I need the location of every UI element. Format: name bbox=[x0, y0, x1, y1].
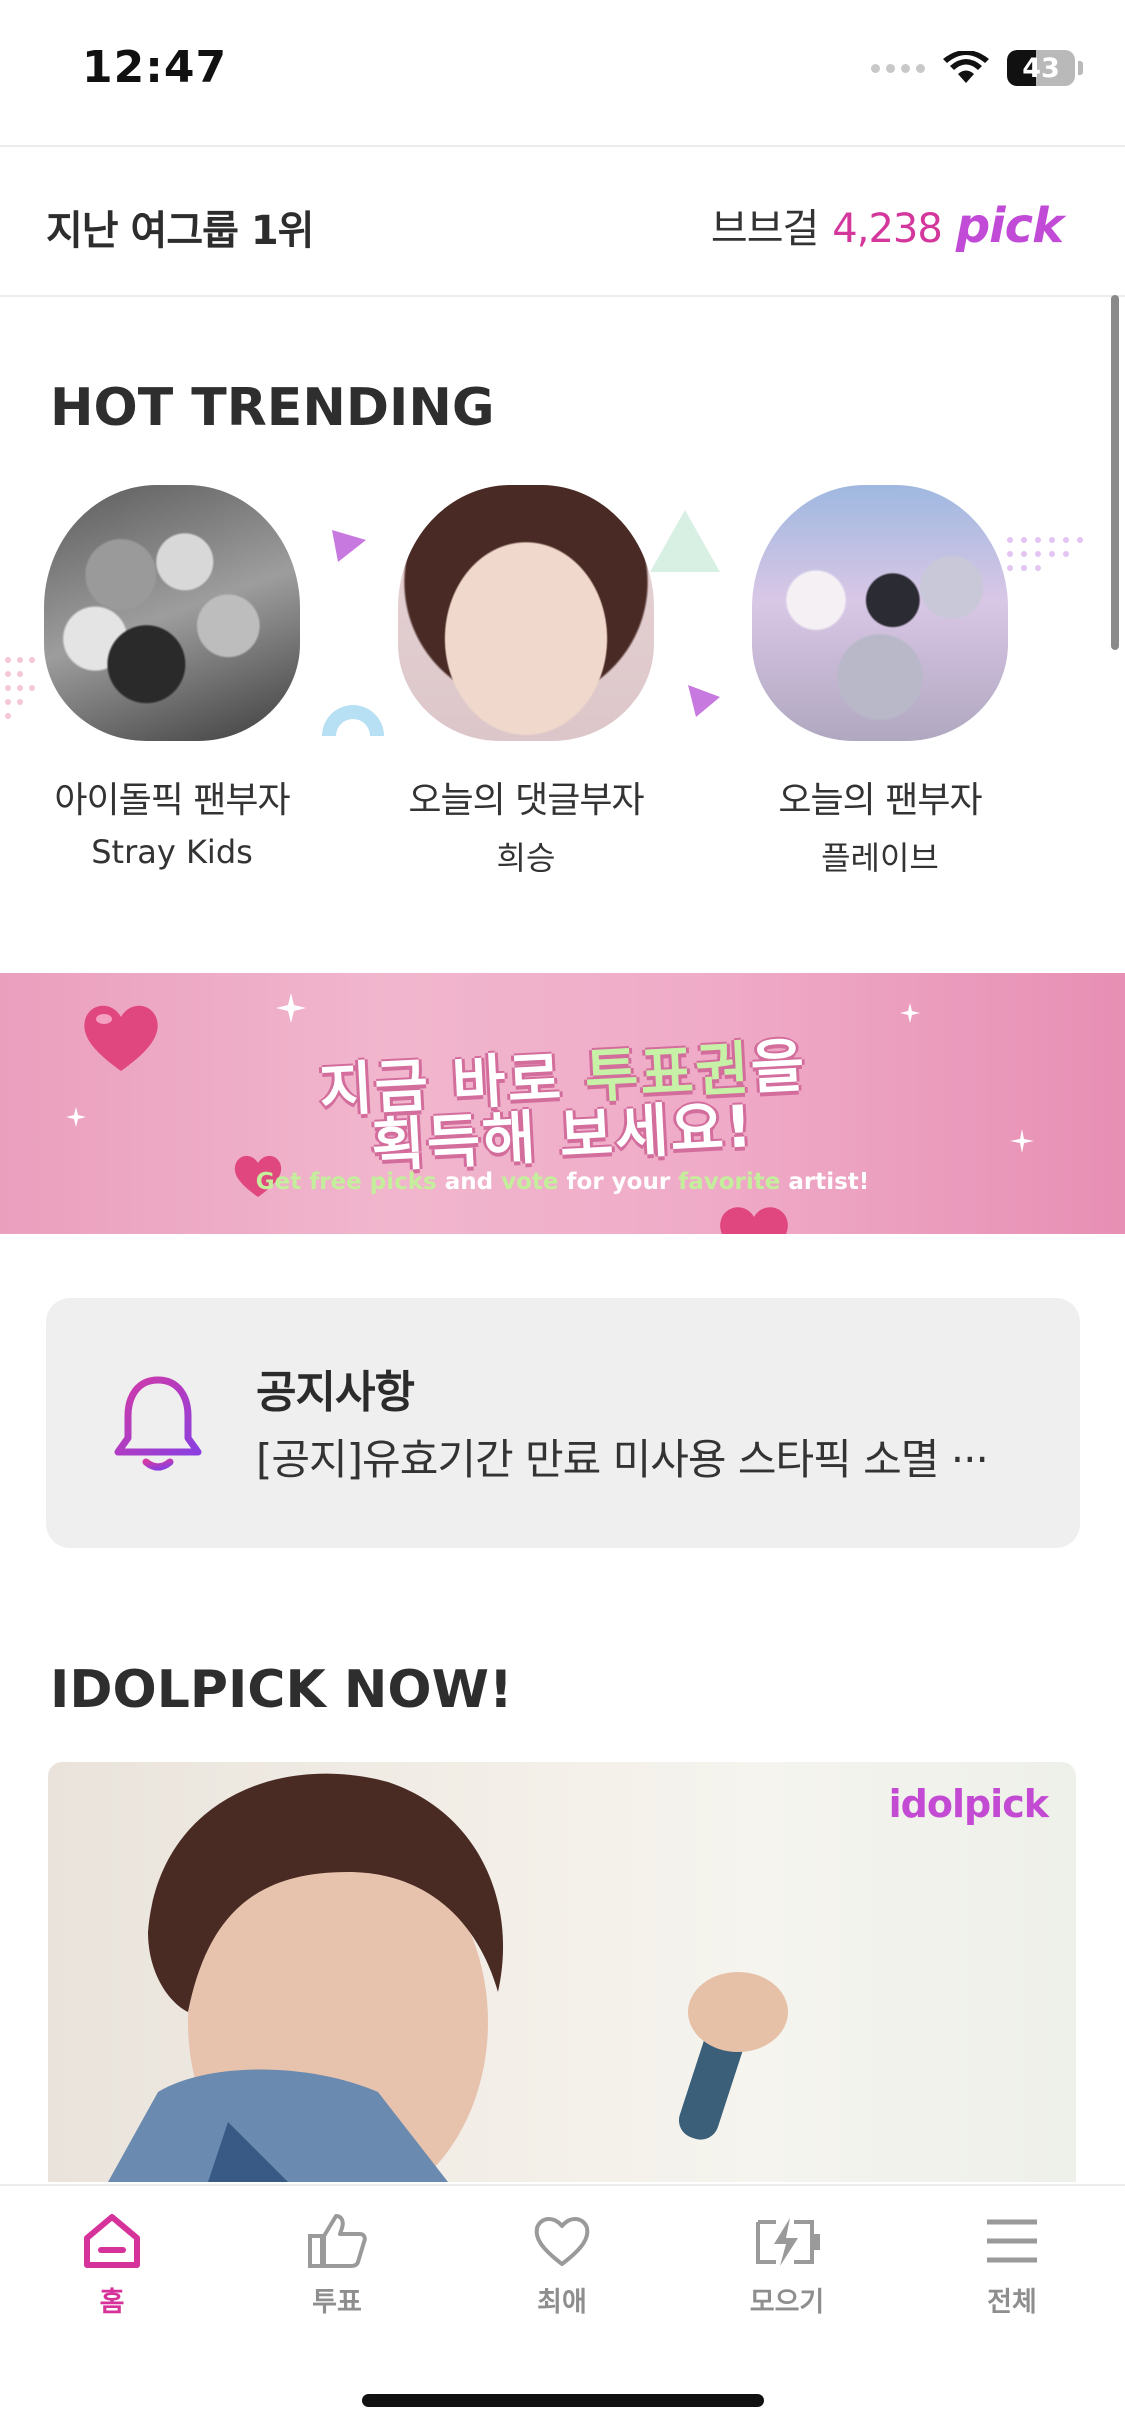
header-divider bbox=[0, 145, 1125, 147]
idolpick-now-card[interactable]: idolpick bbox=[48, 1762, 1076, 2182]
menu-icon bbox=[987, 2219, 1037, 2263]
triangle-decoration bbox=[688, 685, 720, 717]
status-time: 12:47 bbox=[82, 42, 228, 93]
triangle-decoration bbox=[332, 530, 366, 562]
thumbs-up-icon bbox=[308, 2214, 367, 2268]
sparkle-decoration bbox=[276, 993, 306, 1023]
last-winner-banner[interactable]: 지난 여그룹 1위 브브걸 4,238 pick bbox=[0, 148, 1125, 296]
tab-home[interactable]: 홈 bbox=[37, 2212, 187, 2319]
status-icons: 43 bbox=[871, 50, 1083, 86]
scrollbar[interactable] bbox=[1111, 295, 1119, 650]
winner-name: 브브걸 bbox=[710, 206, 819, 252]
trending-card-comment-rich[interactable]: 오늘의 댓글부자 희승 bbox=[396, 485, 656, 879]
pick-logo: pick bbox=[955, 198, 1064, 254]
home-indicator[interactable] bbox=[362, 2394, 764, 2407]
trending-subtitle: Stray Kids bbox=[91, 833, 253, 871]
battery-icon: 43 bbox=[1007, 50, 1075, 86]
trending-photo bbox=[752, 485, 1008, 741]
status-bar: 12:47 43 bbox=[0, 0, 1125, 145]
dots-decoration bbox=[1007, 537, 1083, 571]
notice-card[interactable]: 공지사항 [공지]유효기간 만료 미사용 스타픽 소멸 ··· bbox=[46, 1298, 1080, 1548]
hot-trending-title: HOT TRENDING bbox=[50, 378, 495, 438]
home-icon bbox=[84, 2214, 140, 2268]
tab-label: 홈 bbox=[99, 2287, 125, 2318]
banner-subtitle: Get free picks and vote for your favorit… bbox=[255, 1169, 870, 1195]
heart-icon bbox=[534, 2217, 590, 2266]
wifi-icon bbox=[943, 51, 989, 83]
tab-label: 투표 bbox=[312, 2287, 362, 2318]
trending-title: 아이돌픽 팬부자 bbox=[54, 780, 290, 821]
trending-card-fan-rich[interactable]: 아이돌픽 팬부자 Stray Kids bbox=[42, 485, 302, 871]
trending-subtitle: 희승 bbox=[496, 839, 556, 877]
notice-title: 공지사항 bbox=[256, 1367, 415, 1418]
last-winner-label: 지난 여그룹 1위 bbox=[46, 208, 314, 254]
winner-divider bbox=[0, 295, 1125, 297]
trending-title: 오늘의 댓글부자 bbox=[408, 780, 644, 821]
heart-decoration bbox=[720, 1207, 788, 1234]
notice-text: [공지]유효기간 만료 미사용 스타픽 소멸 ··· bbox=[256, 1435, 989, 1484]
trending-title: 오늘의 팬부자 bbox=[778, 780, 982, 821]
trending-subtitle: 플레이브 bbox=[821, 839, 939, 877]
trending-card-fan-rich-today[interactable]: 오늘의 팬부자 플레이브 bbox=[750, 485, 1010, 879]
last-winner-result: 브브걸 4,238 pick bbox=[710, 196, 1064, 254]
idolpick-now-title: IDOLPICK NOW! bbox=[50, 1660, 513, 1720]
battery-charge-icon bbox=[756, 2218, 820, 2266]
free-picks-banner[interactable]: 지금 바로 투표권을 획득해 보세요! Get free picks and v… bbox=[0, 973, 1125, 1234]
trending-photo bbox=[398, 485, 654, 741]
triangle-decoration bbox=[650, 510, 720, 572]
tab-label: 전체 bbox=[987, 2287, 1037, 2318]
signal-icon bbox=[871, 63, 925, 73]
bell-icon bbox=[114, 1376, 202, 1471]
tab-favorite[interactable]: 최애 bbox=[487, 2212, 637, 2319]
winner-pick-count: 4,238 bbox=[832, 206, 943, 252]
trending-photo bbox=[44, 485, 300, 741]
tab-collect[interactable]: 모으기 bbox=[712, 2212, 862, 2319]
battery-percent: 43 bbox=[1022, 53, 1060, 84]
tab-vote[interactable]: 투표 bbox=[262, 2212, 412, 2319]
ring-decoration bbox=[322, 705, 384, 736]
tab-all[interactable]: 전체 bbox=[937, 2212, 1087, 2319]
tab-label: 최애 bbox=[537, 2287, 587, 2318]
tab-label: 모으기 bbox=[749, 2287, 825, 2318]
idolpick-logo: idolpick bbox=[888, 1782, 1049, 1826]
